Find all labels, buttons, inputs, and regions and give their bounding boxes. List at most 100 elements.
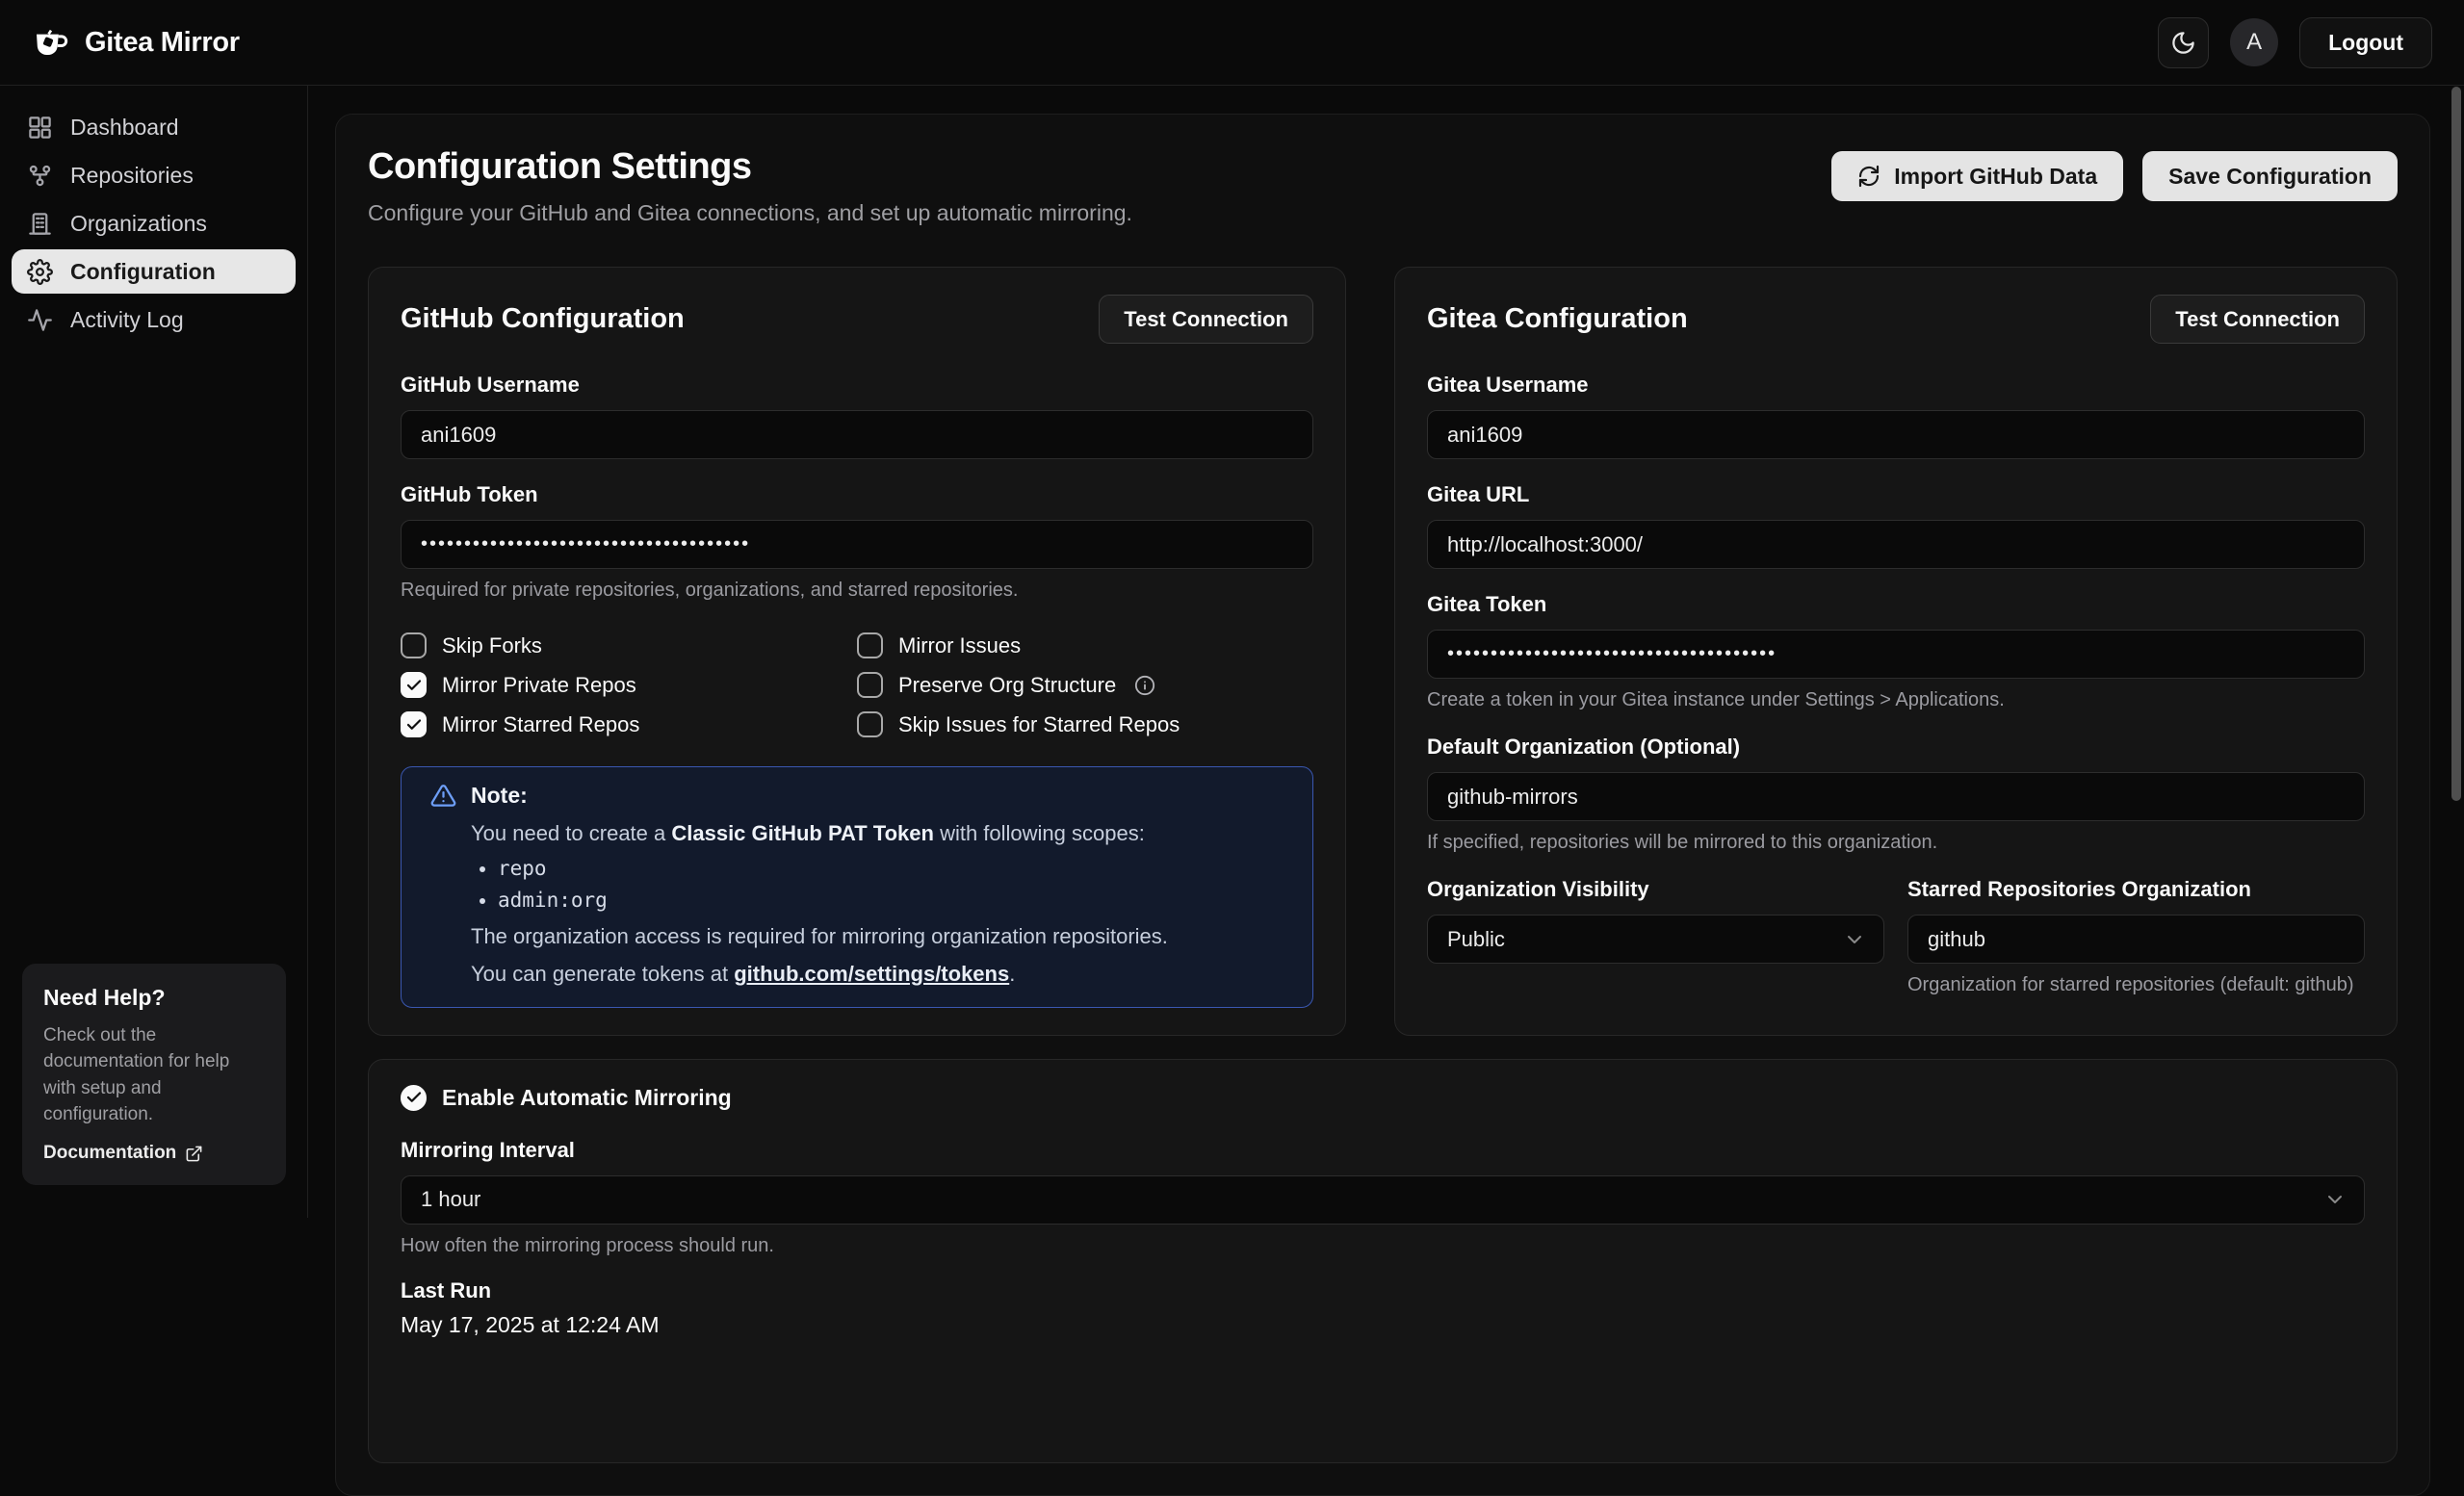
last-run-field: Last Run May 17, 2025 at 12:24 AM (401, 1278, 2365, 1338)
sidebar: Dashboard Repositories Organizations Con… (0, 86, 308, 1218)
refresh-icon (1857, 165, 1880, 188)
help-title: Need Help? (43, 985, 265, 1011)
sidebar-item-activity-log[interactable]: Activity Log (12, 297, 296, 342)
starred-repos-org-field: Starred Repositories Organization Organi… (1907, 877, 2365, 996)
main-content: Configuration Settings Configure your Gi… (308, 86, 2464, 1218)
dashboard-icon (27, 115, 53, 141)
sidebar-item-label: Configuration (70, 259, 216, 285)
checkbox-preserve-org-structure[interactable]: Preserve Org Structure (857, 672, 1313, 698)
theme-toggle-button[interactable] (2158, 17, 2209, 68)
checkbox-box (401, 632, 427, 658)
gitea-token-label: Gitea Token (1427, 592, 2365, 617)
page-actions: Import GitHub Data Save Configuration (1831, 151, 2398, 201)
page-subtitle: Configure your GitHub and Gitea connecti… (368, 200, 1132, 226)
page-header: Configuration Settings Configure your Gi… (368, 146, 2398, 226)
sidebar-item-label: Activity Log (70, 307, 184, 333)
checkbox-skip-issues-starred[interactable]: Skip Issues for Starred Repos (857, 711, 1313, 737)
gitea-url-input[interactable] (1427, 520, 2365, 569)
last-run-value: May 17, 2025 at 12:24 AM (401, 1312, 2365, 1338)
configuration-icon (27, 259, 53, 285)
import-github-data-button[interactable]: Import GitHub Data (1831, 151, 2123, 201)
starred-repos-org-label: Starred Repositories Organization (1907, 877, 2365, 902)
github-username-input[interactable] (401, 410, 1313, 459)
default-organization-helper: If specified, repositories will be mirro… (1427, 832, 2365, 854)
github-token-input[interactable] (401, 520, 1313, 569)
chevron-down-icon (2323, 1188, 2347, 1211)
sidebar-item-dashboard[interactable]: Dashboard (12, 105, 296, 149)
checkbox-mirror-issues[interactable]: Mirror Issues (857, 632, 1313, 658)
sidebar-item-label: Dashboard (70, 115, 179, 141)
sidebar-item-organizations[interactable]: Organizations (12, 201, 296, 245)
note-title: Note: (471, 783, 528, 809)
checkbox-skip-forks[interactable]: Skip Forks (401, 632, 857, 658)
gitea-token-field: Gitea Token Create a token in your Gitea… (1427, 592, 2365, 711)
note-scopes-list: repo admin:org (471, 857, 1284, 912)
note-org-access: The organization access is required for … (471, 923, 1284, 950)
github-token-label: GitHub Token (401, 482, 1313, 507)
automatic-mirroring-panel: Enable Automatic Mirroring Mirroring Int… (368, 1059, 2398, 1463)
checkbox-box (401, 711, 427, 737)
github-options-grid: Skip Forks Mirror Issues Mirror Private … (401, 632, 1313, 737)
checkbox-box (857, 672, 883, 698)
gitea-panel-title: Gitea Configuration (1427, 303, 1688, 335)
save-configuration-button[interactable]: Save Configuration (2142, 151, 2398, 201)
github-panel-title: GitHub Configuration (401, 303, 685, 335)
github-token-helper: Required for private repositories, organ… (401, 580, 1313, 602)
checkbox-mirror-starred-repos[interactable]: Mirror Starred Repos (401, 711, 857, 737)
moon-icon (2170, 30, 2196, 56)
github-test-connection-button[interactable]: Test Connection (1099, 295, 1313, 344)
default-organization-input[interactable] (1427, 772, 2365, 821)
alert-triangle-icon (430, 783, 456, 809)
organization-visibility-label: Organization Visibility (1427, 877, 1884, 902)
mirroring-interval-field: Mirroring Interval 1 hour How often the … (401, 1138, 2365, 1257)
mirroring-interval-helper: How often the mirroring process should r… (401, 1235, 2365, 1257)
checkbox-box (857, 711, 883, 737)
tokens-settings-link[interactable]: github.com/settings/tokens (734, 962, 1009, 986)
sidebar-item-configuration[interactable]: Configuration (12, 249, 296, 294)
header-actions: A Logout (2158, 17, 2432, 68)
logout-button[interactable]: Logout (2299, 17, 2432, 68)
gitea-org-row: Organization Visibility Public Starred R… (1427, 877, 2365, 996)
avatar[interactable]: A (2230, 18, 2278, 66)
gitea-url-field: Gitea URL (1427, 482, 2365, 569)
checkbox-box (401, 672, 427, 698)
gitea-test-connection-button[interactable]: Test Connection (2150, 295, 2365, 344)
vertical-scrollbar-thumb[interactable] (2451, 87, 2461, 801)
content-card: Configuration Settings Configure your Gi… (335, 114, 2430, 1496)
starred-repos-org-helper: Organization for starred repositories (d… (1907, 974, 2365, 996)
gitea-username-label: Gitea Username (1427, 373, 2365, 398)
avatar-initial: A (2246, 29, 2262, 56)
help-body: Check out the documentation for help wit… (43, 1022, 265, 1128)
chevron-down-icon (1843, 928, 1866, 951)
documentation-link[interactable]: Documentation (43, 1143, 203, 1164)
last-run-label: Last Run (401, 1278, 2365, 1303)
gitea-token-input[interactable] (1427, 630, 2365, 679)
info-icon (1134, 675, 1155, 696)
checkbox-mirror-private-repos[interactable]: Mirror Private Repos (401, 672, 857, 698)
default-organization-label: Default Organization (Optional) (1427, 735, 2365, 760)
app-header: Gitea Mirror A Logout (0, 0, 2464, 86)
default-organization-field: Default Organization (Optional) If speci… (1427, 735, 2365, 854)
need-help-card: Need Help? Check out the documentation f… (22, 964, 286, 1185)
gitea-token-helper: Create a token in your Gitea instance un… (1427, 689, 2365, 711)
starred-repos-org-input[interactable] (1907, 915, 2365, 964)
app-title: Gitea Mirror (85, 27, 240, 59)
github-username-label: GitHub Username (401, 373, 1313, 398)
enable-automatic-mirroring-checkbox[interactable]: Enable Automatic Mirroring (401, 1085, 2365, 1111)
organizations-icon (27, 211, 53, 237)
gitea-username-input[interactable] (1427, 410, 2365, 459)
github-configuration-panel: GitHub Configuration Test Connection Git… (368, 267, 1346, 1036)
github-username-field: GitHub Username (401, 373, 1313, 459)
scope-item: repo (498, 857, 1284, 880)
mirroring-interval-select[interactable]: 1 hour (401, 1175, 2365, 1225)
note-generate: You can generate tokens at github.com/se… (471, 961, 1284, 988)
sidebar-nav: Dashboard Repositories Organizations Con… (0, 86, 307, 342)
page-title: Configuration Settings (368, 146, 1132, 188)
check-icon (405, 716, 423, 734)
organization-visibility-field: Organization Visibility Public (1427, 877, 1884, 996)
sidebar-item-repositories[interactable]: Repositories (12, 153, 296, 197)
sidebar-item-label: Organizations (70, 211, 207, 237)
checkbox-box (401, 1085, 427, 1111)
organization-visibility-select[interactable]: Public (1427, 915, 1884, 964)
sidebar-item-label: Repositories (70, 163, 194, 189)
